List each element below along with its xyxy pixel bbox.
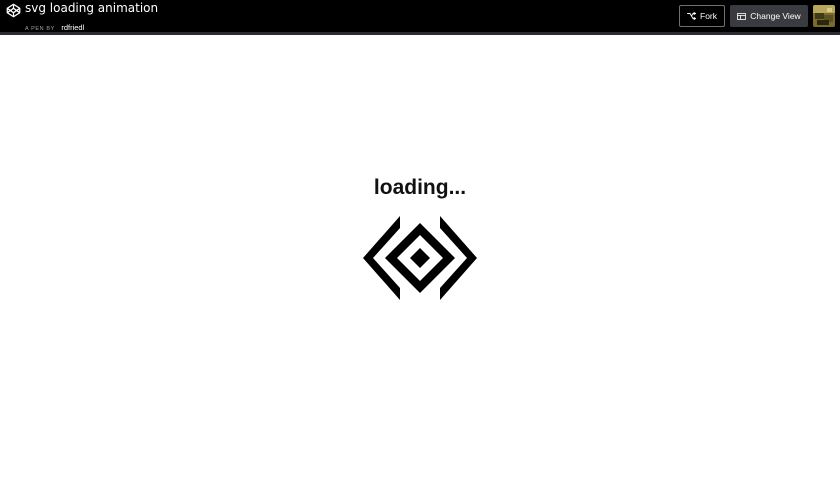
fork-icon <box>687 12 696 20</box>
header-divider <box>0 32 840 35</box>
avatar-image <box>813 5 835 27</box>
user-avatar[interactable] <box>813 5 835 27</box>
fork-button[interactable]: Fork <box>679 5 725 27</box>
loading-text: loading... <box>373 176 467 199</box>
pen-title-block: svg loading animation A PEN BY rdfriedl <box>25 2 158 34</box>
change-view-icon <box>737 12 747 20</box>
pen-title: svg loading animation <box>25 1 159 15</box>
author-link[interactable]: rdfriedl <box>61 23 84 32</box>
fork-label: Fork <box>700 11 717 21</box>
pen-header: svg loading animation A PEN BY rdfriedl … <box>0 0 840 32</box>
change-view-button[interactable]: Change View <box>730 5 808 27</box>
change-view-label: Change View <box>750 11 801 21</box>
loading-spinner-icon <box>363 216 477 300</box>
codepen-logo-icon[interactable] <box>6 3 21 18</box>
loader-center-diamond <box>410 248 430 268</box>
